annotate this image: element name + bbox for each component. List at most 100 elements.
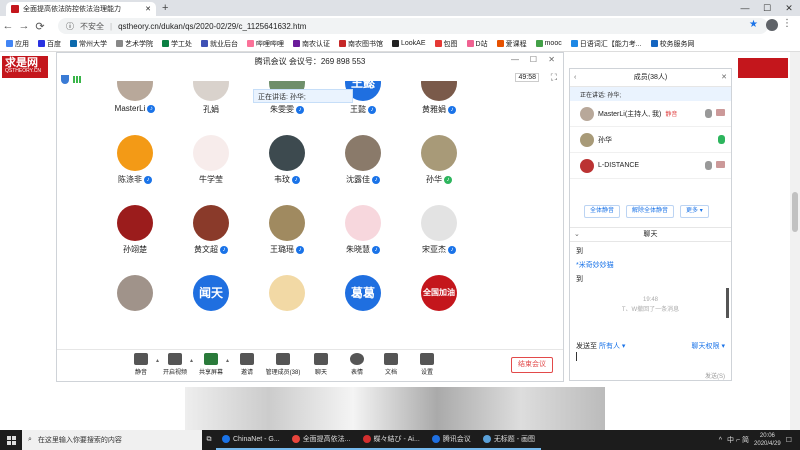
bookmark-item[interactable]: 校务服务网	[650, 39, 695, 49]
bookmark-item[interactable]: 应用	[6, 39, 29, 49]
participant-tile[interactable]: 王璐瑶 ♪	[247, 205, 327, 255]
participant-tile[interactable]: 孔娟	[171, 81, 251, 115]
bookmark-item[interactable]: 日语词汇【能力考...	[570, 39, 642, 49]
profile-avatar[interactable]	[766, 19, 778, 31]
member-avatar	[580, 132, 594, 147]
end-meeting-button[interactable]: 结束会议	[511, 357, 553, 373]
video-button[interactable]: 开启视频 ▴	[157, 353, 193, 376]
mute-button[interactable]: 静音 ▴	[123, 353, 159, 376]
documents-button[interactable]: 文档	[373, 353, 409, 376]
minimize-button[interactable]: —	[734, 0, 756, 16]
task-view-icon[interactable]: ⧉	[202, 436, 216, 444]
participant-tile[interactable]: 孙翊楚	[95, 205, 175, 255]
bookmark-item[interactable]: LookAE	[392, 40, 426, 47]
bookmark-star-icon[interactable]: ★	[749, 19, 758, 30]
emoji-button[interactable]: 表情	[339, 353, 375, 376]
member-mic-icon[interactable]	[705, 161, 712, 170]
bookmark-item[interactable]: 南农图书馆	[339, 39, 383, 49]
participant-tile[interactable]: 闻天	[171, 275, 251, 314]
browser-menu-icon[interactable]: ⋮	[782, 18, 792, 29]
chat-scrollbar[interactable]	[726, 288, 729, 318]
member-row[interactable]: MasterLi(主持人, 我) 静音	[570, 101, 731, 127]
participant-tile[interactable]: 朱晓慧 ♪	[323, 205, 403, 255]
meeting-minimize-button[interactable]: —	[511, 55, 519, 64]
security-shield-icon[interactable]	[61, 74, 69, 84]
participant-tile[interactable]	[247, 275, 327, 314]
bookmark-item[interactable]: 百度	[38, 39, 61, 49]
bookmark-item[interactable]: D站	[466, 39, 488, 49]
member-camera-icon[interactable]	[716, 109, 725, 116]
member-camera-icon[interactable]	[716, 161, 725, 168]
browser-tab[interactable]: 全面提高依法防控依法治理能力 ✕	[6, 2, 156, 16]
member-mic-icon[interactable]	[718, 135, 725, 144]
member-row[interactable]: L-DISTANCE	[570, 153, 731, 179]
close-window-button[interactable]: ✕	[778, 0, 800, 16]
taskbar-app[interactable]: 蝶々結び - Ai...	[356, 430, 426, 450]
bookmark-item[interactable]: 常州大学	[70, 39, 107, 49]
send-to-select[interactable]: 所有人 ▾	[599, 343, 625, 350]
bookmark-item[interactable]: mooc	[535, 40, 562, 47]
participant-tile[interactable]: 孙华 ♪	[399, 135, 479, 185]
meeting-maximize-button[interactable]: ☐	[530, 55, 537, 64]
chat-input[interactable]	[576, 352, 577, 361]
participant-tile[interactable]: 韦玟 ♪	[247, 135, 327, 185]
share-screen-button[interactable]: 共享屏幕 ▴	[193, 353, 229, 376]
signal-strength-icon[interactable]	[73, 75, 81, 83]
participant-tile[interactable]: 全国加油	[399, 275, 479, 314]
ime-indicator[interactable]: 中 ⌐ 简	[727, 435, 749, 445]
start-button[interactable]	[0, 430, 22, 450]
participant-tile[interactable]: 葛葛	[323, 275, 403, 314]
participant-tile[interactable]: 陈涤非 ♪	[95, 135, 175, 185]
taskbar-app[interactable]: 腾讯会议	[425, 430, 477, 450]
forward-button[interactable]: →	[16, 20, 32, 32]
participant-tile[interactable]: 沈露佳 ♪	[323, 135, 403, 185]
meeting-close-button[interactable]: ✕	[548, 55, 555, 64]
chat-permission-select[interactable]: 聊天权限 ▾	[692, 341, 725, 351]
bookmark-item[interactable]: 南农认证	[293, 39, 330, 49]
chat-button[interactable]: 聊天	[303, 353, 339, 376]
close-tab-icon[interactable]: ✕	[145, 5, 151, 13]
member-mic-icon[interactable]	[705, 109, 712, 118]
participant-tile[interactable]	[95, 275, 175, 314]
collapse-chat-icon[interactable]: ⌄	[574, 228, 580, 242]
participant-tile[interactable]: 黄雅娟 ♪	[399, 81, 479, 115]
back-button[interactable]: ←	[0, 20, 16, 32]
page-scrollbar[interactable]	[790, 52, 800, 430]
bookmark-item[interactable]: 哔哩哔哩	[247, 39, 284, 49]
invite-button[interactable]: 邀请	[229, 353, 265, 376]
bookmark-item[interactable]: 艺术学院	[116, 39, 153, 49]
notification-icon[interactable]: ☐	[786, 436, 792, 444]
participant-tile[interactable]: 宋亚杰 ♪	[399, 205, 479, 255]
more-button[interactable]: 更多 ▾	[680, 205, 709, 218]
member-row[interactable]: 孙华	[570, 127, 731, 153]
taskbar-app[interactable]: 全面提高依法...	[285, 430, 357, 450]
taskbar-app[interactable]: 无标题 - 画图	[476, 430, 542, 450]
send-button[interactable]: 发送(S)	[705, 371, 725, 380]
taskbar-search[interactable]: ⌕ 在这里输入你要搜索的内容	[22, 430, 202, 450]
info-icon[interactable]: ⓘ	[66, 21, 74, 32]
bookmark-item[interactable]: 就业后台	[201, 39, 238, 49]
participant-tile[interactable]: 牛学莹	[171, 135, 251, 185]
participant-tile[interactable]: MasterLi ♪	[95, 81, 175, 113]
fullscreen-icon[interactable]: ⛶	[551, 72, 557, 83]
unmute-all-button[interactable]: 解除全体静音	[626, 205, 675, 218]
new-tab-button[interactable]: +	[162, 2, 168, 14]
settings-button[interactable]: 设置	[409, 353, 445, 376]
participant-tile[interactable]: 黄文超 ♪	[171, 205, 251, 255]
close-panel-icon[interactable]: ✕	[721, 69, 727, 87]
address-bar[interactable]: ⓘ 不安全 | qstheory.cn/dukan/qs/2020-02/29/…	[58, 18, 768, 34]
collapse-panel-icon[interactable]: ‹	[574, 69, 576, 87]
bookmark-item[interactable]: 爱课程	[496, 39, 527, 49]
chat-message: 到	[576, 248, 583, 255]
taskbar-app[interactable]: ChinaNet - G...	[216, 430, 286, 450]
manage-members-button[interactable]: 管理成员(38)	[265, 353, 301, 376]
tray-overflow-icon[interactable]: ^	[719, 437, 722, 444]
reload-button[interactable]: ⟳	[32, 20, 48, 33]
site-logo[interactable]: 求是网 QSTHEORY.CN	[2, 56, 48, 78]
bookmark-item[interactable]: 包图	[434, 39, 458, 49]
page-scrollbar-thumb[interactable]	[792, 192, 798, 232]
bookmark-item[interactable]: 学工处	[162, 39, 192, 49]
maximize-button[interactable]: ☐	[756, 0, 778, 16]
mute-all-button[interactable]: 全体静音	[584, 205, 621, 218]
taskbar-clock[interactable]: 20:06 2020/4/29	[754, 432, 781, 448]
